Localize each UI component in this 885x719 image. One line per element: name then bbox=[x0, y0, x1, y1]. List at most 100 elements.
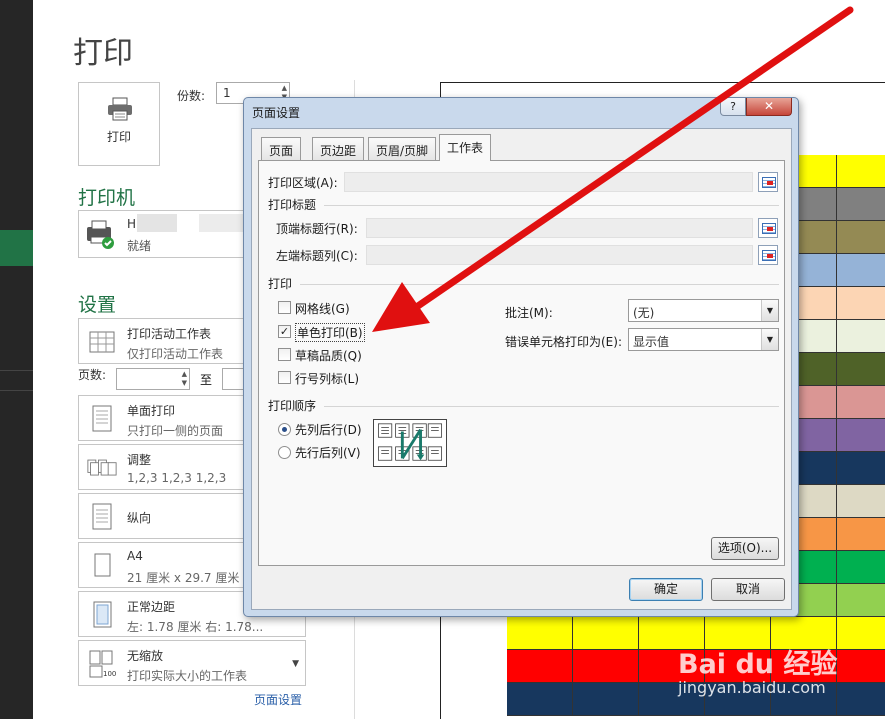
setting-subtitle: 打印实际大小的工作表 bbox=[127, 669, 248, 683]
printer-device-icon bbox=[87, 220, 114, 249]
redacted-block bbox=[137, 214, 177, 232]
redacted-block bbox=[199, 214, 243, 232]
preview-cell bbox=[573, 683, 639, 716]
sheet-tab-panel: 打印区域(A): 打印标题 顶端标题行(R): 左端标题列(C): 打印 网格线… bbox=[258, 160, 785, 566]
over-then-down-radio[interactable] bbox=[278, 446, 291, 459]
down-then-over-label: 先列后行(D) bbox=[295, 423, 362, 437]
cell-errors-select[interactable]: 显示值 ▼ bbox=[628, 328, 779, 351]
cancel-button[interactable]: 取消 bbox=[711, 578, 785, 601]
black-and-white-checkbox[interactable]: ✓ bbox=[278, 325, 291, 338]
print-titles-group-label: 打印标题 bbox=[268, 198, 317, 212]
tab-margins[interactable]: 页边距 bbox=[312, 137, 365, 160]
preview-cell bbox=[837, 617, 885, 650]
preview-cell bbox=[837, 155, 885, 188]
setting-title: 正常边距 bbox=[127, 600, 176, 614]
setting-title: 无缩放 bbox=[127, 649, 164, 663]
setting-subtitle: 左: 1.78 厘米 右: 1.78... bbox=[127, 620, 264, 634]
draft-quality-checkbox[interactable] bbox=[278, 348, 291, 361]
preview-cell bbox=[837, 650, 885, 683]
print-area-label: 打印区域(A): bbox=[268, 176, 338, 190]
print-group-label: 打印 bbox=[268, 277, 293, 291]
backstage-nav bbox=[0, 0, 33, 719]
group-divider bbox=[324, 406, 779, 407]
draft-quality-label: 草稿品质(Q) bbox=[295, 349, 362, 363]
collapse-dialog-icon[interactable] bbox=[758, 218, 778, 238]
tab-header-footer[interactable]: 页眉/页脚 bbox=[368, 137, 437, 160]
preview-cell bbox=[573, 650, 639, 683]
pages-to-label: 至 bbox=[200, 373, 213, 387]
settings-section-title: 设置 bbox=[78, 294, 117, 316]
single-page-icon bbox=[92, 405, 112, 432]
preview-cell bbox=[837, 683, 885, 716]
help-button[interactable]: ? bbox=[720, 98, 746, 116]
collapse-dialog-icon[interactable] bbox=[758, 245, 778, 265]
options-button[interactable]: 选项(O)... bbox=[711, 537, 779, 560]
setting-title: 单面打印 bbox=[127, 404, 176, 418]
collapse-dialog-icon[interactable] bbox=[758, 172, 778, 192]
collate-icon bbox=[87, 459, 117, 476]
preview-cell bbox=[507, 617, 573, 650]
paper-icon bbox=[94, 553, 111, 577]
comments-label: 批注(M): bbox=[505, 306, 553, 320]
preview-cell bbox=[837, 287, 885, 320]
preview-cell bbox=[837, 320, 885, 353]
down-then-over-radio[interactable] bbox=[278, 423, 291, 436]
copies-value: 1 bbox=[223, 86, 231, 100]
pages-from-input[interactable]: ▲ ▼ bbox=[116, 368, 190, 390]
black-and-white-label: 单色打印(B) bbox=[295, 323, 365, 342]
pages-label: 页数: bbox=[78, 368, 107, 382]
row-col-headings-checkbox[interactable] bbox=[278, 371, 291, 384]
copies-label: 份数: bbox=[177, 89, 206, 103]
dialog-body: 页面 页边距 页眉/页脚 工作表 打印区域(A): 打印标题 顶端标题行(R):… bbox=[251, 128, 792, 610]
preview-cell bbox=[837, 485, 885, 518]
spin-arrows-icon[interactable]: ▲▼ bbox=[182, 370, 187, 388]
setting-title: 纵向 bbox=[127, 511, 152, 525]
ok-button[interactable]: 确定 bbox=[629, 578, 703, 601]
watermark-url: jingyan.baidu.com bbox=[678, 678, 826, 697]
close-button[interactable]: ✕ bbox=[746, 98, 792, 116]
gridlines-label: 网格线(G) bbox=[295, 302, 350, 316]
tab-sheet[interactable]: 工作表 bbox=[439, 134, 492, 161]
page-setup-link[interactable]: 页面设置 bbox=[254, 691, 302, 708]
cols-to-repeat-input[interactable] bbox=[366, 245, 753, 265]
scaling-selector[interactable]: 100 无缩放 打印实际大小的工作表 ▼ bbox=[78, 640, 306, 686]
preview-cell bbox=[837, 452, 885, 485]
setting-title: 调整 bbox=[127, 453, 152, 467]
cell-errors-label: 错误单元格打印为(E): bbox=[505, 335, 622, 349]
print-button[interactable]: 打印 bbox=[78, 82, 160, 166]
setting-subtitle: 1,2,3 1,2,3 1,2,3 bbox=[127, 471, 227, 485]
comments-select[interactable]: (无) ▼ bbox=[628, 299, 779, 322]
gridlines-checkbox[interactable] bbox=[278, 301, 291, 314]
no-scaling-icon: 100 bbox=[89, 650, 116, 678]
printer-name: H bbox=[127, 217, 137, 231]
svg-text:100: 100 bbox=[103, 670, 116, 678]
preview-cell bbox=[837, 518, 885, 551]
margins-icon bbox=[93, 601, 112, 628]
tab-page[interactable]: 页面 bbox=[261, 137, 302, 160]
printer-icon bbox=[108, 97, 132, 121]
portrait-page-icon bbox=[92, 503, 112, 530]
comments-value: (无) bbox=[633, 306, 655, 320]
preview-cell bbox=[837, 386, 885, 419]
rows-to-repeat-input[interactable] bbox=[366, 218, 753, 238]
dropdown-arrow-icon: ▼ bbox=[292, 659, 299, 669]
print-area-input[interactable] bbox=[344, 172, 753, 192]
setting-subtitle: 21 厘米 x 29.7 厘米 bbox=[127, 571, 240, 585]
setting-title: 打印活动工作表 bbox=[127, 327, 212, 341]
preview-cell bbox=[837, 551, 885, 584]
nav-divider bbox=[0, 370, 33, 371]
page-setup-dialog: 页面设置 ? ✕ 页面 页边距 页眉/页脚 工作表 打印区域(A): 打印标题 … bbox=[243, 97, 799, 617]
preview-cell bbox=[837, 221, 885, 254]
printer-selector[interactable]: H 就绪 bbox=[78, 210, 244, 258]
preview-cell bbox=[507, 683, 573, 716]
preview-cell bbox=[837, 353, 885, 386]
preview-cell bbox=[573, 617, 639, 650]
cell-errors-value: 显示值 bbox=[633, 335, 670, 349]
printer-status: 就绪 bbox=[127, 239, 152, 253]
setting-title: A4 bbox=[127, 549, 143, 563]
printer-section-title: 打印机 bbox=[78, 187, 136, 209]
preview-cell bbox=[507, 650, 573, 683]
page-order-group-label: 打印顺序 bbox=[268, 399, 317, 413]
row-col-headings-label: 行号列标(L) bbox=[295, 372, 360, 386]
nav-selected-item[interactable] bbox=[0, 230, 33, 266]
